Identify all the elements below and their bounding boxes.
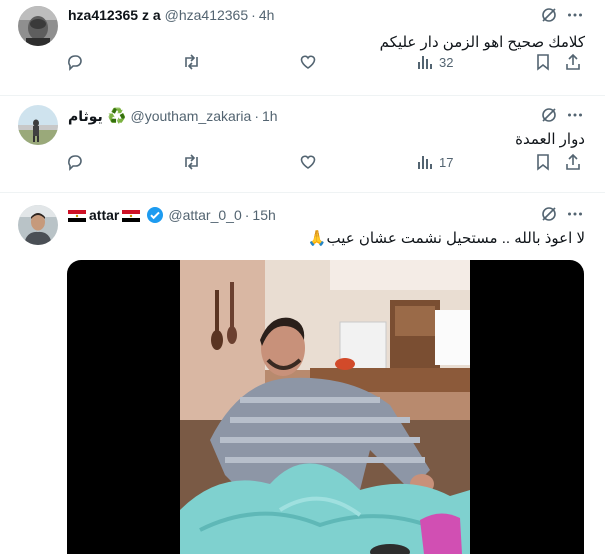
tweet-text: لا اعوذ بالله .. مستحيل نشمت عشان عيب🙏 <box>307 230 585 247</box>
avatar[interactable] <box>18 105 58 145</box>
share-icon <box>566 153 580 170</box>
views-count: 17 <box>439 154 454 170</box>
bookmark-button[interactable] <box>535 153 551 171</box>
views-button[interactable]: 32 <box>417 54 453 70</box>
like-button[interactable] <box>299 53 317 71</box>
separator-dot: · <box>251 7 256 23</box>
bookmark-icon <box>537 54 549 71</box>
timestamp[interactable]: 4h <box>259 7 275 23</box>
tweet[interactable]: attar @attar_0_0 · 15h لا اعوذ بالله .. … <box>0 193 605 554</box>
video-frame <box>180 260 470 554</box>
like-icon <box>300 55 316 69</box>
user-handle[interactable]: @youtham_zakaria <box>131 108 252 124</box>
like-button[interactable] <box>299 153 317 171</box>
display-name[interactable]: hza412365 z a <box>68 7 161 23</box>
bookmark-icon <box>537 154 549 171</box>
display-name[interactable]: يوثام <box>68 108 103 125</box>
retweet-button[interactable] <box>182 53 201 71</box>
tweet-header: attar @attar_0_0 · 15h <box>68 206 585 224</box>
user-handle[interactable]: @attar_0_0 <box>168 207 241 223</box>
retweet-icon <box>185 54 198 70</box>
timestamp[interactable]: 1h <box>262 108 278 124</box>
grok-icon[interactable] <box>539 105 559 125</box>
views-count: 32 <box>439 54 454 70</box>
tweet-header: يوثام ♻️ @youtham_zakaria · 1h <box>68 107 585 125</box>
like-icon <box>300 155 316 169</box>
timestamp[interactable]: 15h <box>252 207 275 223</box>
grok-icon[interactable] <box>539 204 559 224</box>
avatar[interactable] <box>18 6 58 46</box>
egypt-flag-icon <box>68 209 86 222</box>
user-handle[interactable]: @hza412365 <box>165 7 249 23</box>
reply-icon <box>68 55 82 71</box>
tweet-header: hza412365 z a @hza412365 · 4h <box>68 7 585 23</box>
tweet[interactable]: hza412365 z a @hza412365 · 4h كلامك صحيح… <box>0 0 605 96</box>
video-player[interactable] <box>67 260 584 554</box>
more-icon[interactable] <box>565 204 585 224</box>
egypt-flag-icon <box>122 209 141 222</box>
display-name[interactable]: attar <box>89 207 119 223</box>
reply-icon <box>68 155 82 171</box>
views-button[interactable]: 17 <box>417 154 453 170</box>
share-button[interactable] <box>564 153 582 171</box>
name-emoji: ♻️ <box>107 108 127 125</box>
separator-dot: · <box>244 207 250 223</box>
reply-button[interactable] <box>66 153 84 171</box>
more-icon[interactable] <box>565 105 585 125</box>
share-icon <box>566 53 580 70</box>
separator-dot: · <box>254 108 259 124</box>
avatar[interactable] <box>18 205 58 245</box>
tweet-text: دوار العمدة <box>515 131 585 148</box>
grok-icon[interactable] <box>539 5 559 25</box>
views-icon <box>418 156 432 169</box>
tweet[interactable]: يوثام ♻️ @youtham_zakaria · 1h دوار العم… <box>0 96 605 193</box>
tweet-text: كلامك صحيح اهو الزمن دار عليكم <box>379 34 585 51</box>
retweet-icon <box>185 154 198 170</box>
bookmark-button[interactable] <box>535 53 551 71</box>
reply-button[interactable] <box>66 53 84 71</box>
share-button[interactable] <box>564 53 582 71</box>
verified-badge-icon[interactable] <box>146 206 164 224</box>
views-icon <box>418 56 432 69</box>
more-icon[interactable] <box>565 5 585 25</box>
retweet-button[interactable] <box>182 153 201 171</box>
